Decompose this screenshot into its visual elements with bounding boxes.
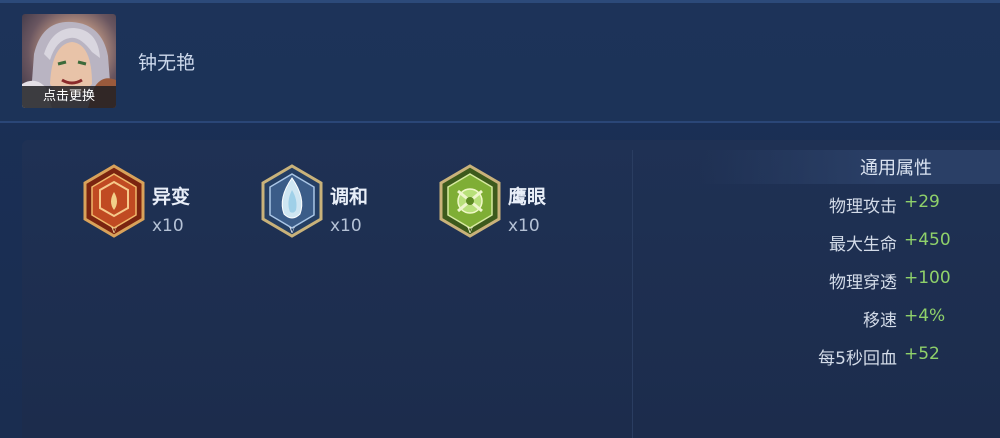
rune-item-yingyan[interactable]: V 鹰眼 x10: [438, 164, 578, 244]
hero-name: 钟无艳: [138, 52, 196, 74]
attribute-label: 物理攻击: [829, 197, 897, 217]
attribute-label: 最大生命: [829, 235, 897, 255]
header-divider: [0, 121, 1000, 123]
attribute-value: +450: [904, 230, 951, 250]
rune-name: 调和: [330, 186, 369, 208]
attribute-row: 最大生命 +450: [600, 230, 1000, 260]
attribute-value: +4%: [904, 306, 946, 326]
attribute-row: 物理穿透 +100: [600, 268, 1000, 298]
rune-name: 鹰眼: [508, 186, 547, 208]
attributes-header-bar: [700, 150, 1000, 184]
rune-count: x10: [330, 216, 362, 236]
attribute-label: 每5秒回血: [818, 349, 897, 369]
attribute-value: +52: [904, 344, 940, 364]
attribute-value: +29: [904, 192, 940, 212]
rune-count: x10: [152, 216, 184, 236]
green-rune-icon: V: [439, 164, 501, 238]
attribute-value: +100: [904, 268, 951, 288]
svg-text:V: V: [466, 226, 473, 235]
rune-item-tiaohe[interactable]: V 调和 x10: [260, 164, 400, 244]
attribute-label: 物理穿透: [829, 273, 897, 293]
attribute-row: 移速 +4%: [600, 306, 1000, 336]
rune-count: x10: [508, 216, 540, 236]
hero-avatar[interactable]: 点击更换: [22, 14, 116, 108]
rune-item-yibian[interactable]: V 异变 x10: [82, 164, 222, 244]
attributes-title: 通用属性: [860, 158, 932, 179]
svg-text:V: V: [110, 226, 117, 235]
attribute-label: 移速: [863, 311, 897, 331]
rune-name: 异变: [152, 186, 191, 208]
attribute-row: 每5秒回血 +52: [600, 344, 1000, 374]
svg-text:V: V: [288, 226, 295, 235]
red-rune-icon: V: [83, 164, 145, 238]
blue-rune-icon: V: [261, 164, 323, 238]
attribute-row: 物理攻击 +29: [600, 192, 1000, 222]
change-avatar-button[interactable]: 点击更换: [22, 86, 116, 108]
top-border: [0, 0, 1000, 3]
